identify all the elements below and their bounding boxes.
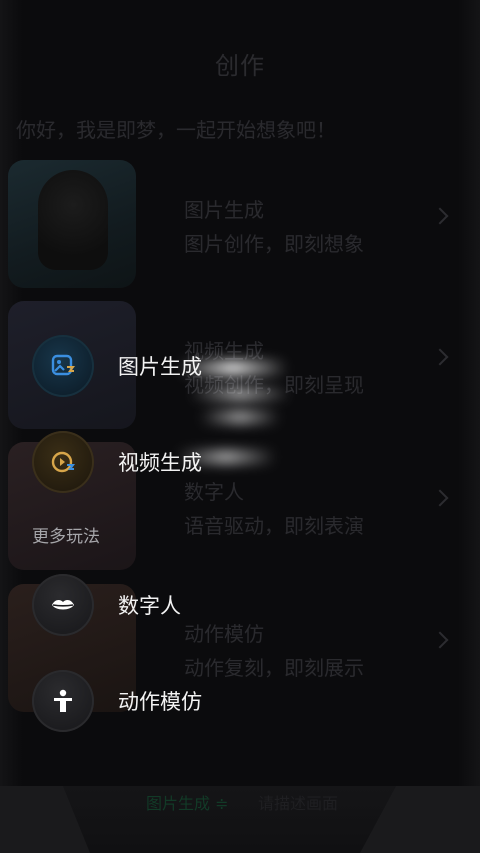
- motion-blur-streak: [176, 450, 276, 464]
- menu-item-motion-imitate[interactable]: 动作模仿: [32, 669, 202, 733]
- video-generate-icon: [32, 431, 94, 493]
- more-section-label: 更多玩法: [32, 527, 100, 547]
- motion-blur-streak: [200, 410, 280, 424]
- motion-blur-streak: [178, 360, 288, 376]
- menu-item-image-generate[interactable]: 图片生成: [32, 334, 202, 398]
- lips-icon: [32, 574, 94, 636]
- create-menu-overlay: 图片生成 视频生成 更多玩法 数字人 动作模仿: [0, 0, 480, 853]
- menu-item-label: 动作模仿: [118, 690, 202, 714]
- image-generate-icon: [32, 335, 94, 397]
- person-icon: [32, 670, 94, 732]
- menu-item-digital-human[interactable]: 数字人: [32, 573, 181, 637]
- motion-blur-streak: [190, 388, 290, 400]
- menu-item-label: 数字人: [118, 594, 181, 618]
